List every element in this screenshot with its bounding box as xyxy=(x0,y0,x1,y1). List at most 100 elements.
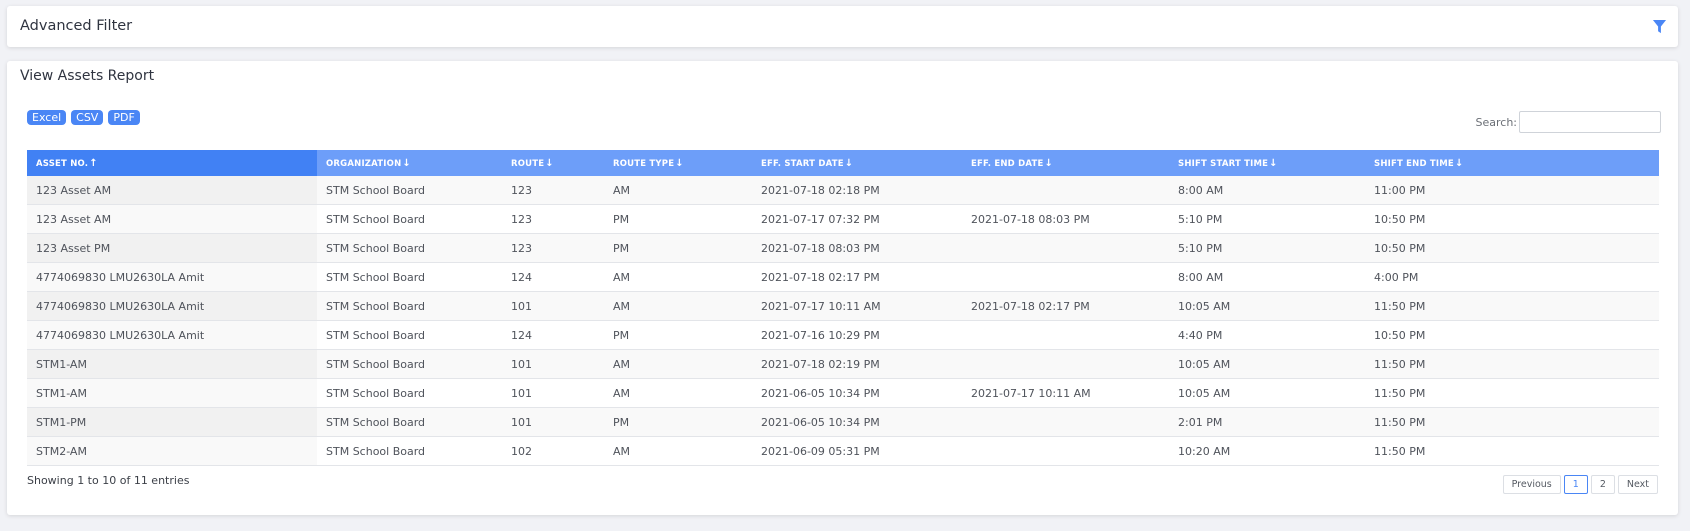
table-cell: 10:05 AM xyxy=(1169,349,1365,379)
table-cell: 5:10 PM xyxy=(1169,204,1365,234)
column-header[interactable]: ORGANIZATION↓ xyxy=(317,150,502,176)
assets-table: ASSET NO.↑ ORGANIZATION↓ ROUTE↓ ROUTE TYPE↓… xyxy=(27,150,1659,466)
table-row[interactable]: 4774069830 LMU2630LA Amit STM School Boar… xyxy=(27,320,1659,350)
previous-page-button[interactable]: Previous xyxy=(1502,475,1561,494)
table-cell: 8:00 AM xyxy=(1169,176,1365,205)
table-cell: STM2-AM xyxy=(27,436,317,466)
table-cell: STM School Board xyxy=(317,233,502,263)
table-cell: 2021-06-09 05:31 PM xyxy=(752,436,962,466)
table-cell: 10:50 PM xyxy=(1365,233,1659,263)
table-cell: 2021-06-05 10:34 PM xyxy=(752,378,962,408)
table-cell: 2021-07-16 10:29 PM xyxy=(752,320,962,350)
table-cell: 101 xyxy=(502,407,604,437)
table-cell xyxy=(962,262,1169,292)
table-cell: 5:10 PM xyxy=(1169,233,1365,263)
table-cell: 10:50 PM xyxy=(1365,204,1659,234)
table-cell: STM School Board xyxy=(317,436,502,466)
column-header-label: ASSET NO. xyxy=(36,158,89,169)
table-cell: 11:00 PM xyxy=(1365,176,1659,205)
filter-icon[interactable] xyxy=(1652,19,1667,34)
table-cell: 8:00 AM xyxy=(1169,262,1365,292)
table-cell: 101 xyxy=(502,349,604,379)
table-cell xyxy=(962,233,1169,263)
table-row[interactable]: 123 Asset AM STM School Board 123 AM 2021-07… xyxy=(27,176,1659,205)
table-cell: 2021-06-05 10:34 PM xyxy=(752,407,962,437)
advanced-filter-title: Advanced Filter xyxy=(20,18,133,34)
page-1-button[interactable]: 1 xyxy=(1563,475,1588,494)
column-header[interactable]: EFF. END DATE↓ xyxy=(962,150,1169,176)
table-cell: PM xyxy=(604,320,752,350)
table-cell: 123 Asset AM xyxy=(27,176,317,205)
table-cell: 2021-07-17 10:11 AM xyxy=(752,291,962,321)
table-cell: AM xyxy=(604,262,752,292)
table-row[interactable]: STM1-AM STM School Board 101 AM 2021-06-05 1… xyxy=(27,378,1659,408)
export-pdf-button[interactable]: PDF xyxy=(108,110,140,125)
table-cell: 4774069830 LMU2630LA Amit xyxy=(27,320,317,350)
pagination: Previous 1 2 Next xyxy=(1502,475,1658,494)
search-box: Search: xyxy=(1476,111,1661,133)
table-cell: 123 Asset AM xyxy=(27,204,317,234)
table-cell: 123 Asset PM xyxy=(27,233,317,263)
table-cell: STM1-PM xyxy=(27,407,317,437)
column-header-label: ROUTE TYPE xyxy=(613,158,675,169)
table-cell: 2021-07-17 10:11 AM xyxy=(962,378,1169,408)
table-cell: PM xyxy=(604,407,752,437)
export-buttons: Excel CSV PDF xyxy=(27,110,140,125)
column-header-label: ROUTE xyxy=(511,158,545,169)
table-cell: 2021-07-18 02:17 PM xyxy=(752,262,962,292)
table-row[interactable]: STM1-AM STM School Board 101 AM 2021-07-18 0… xyxy=(27,349,1659,379)
column-header[interactable]: ASSET NO.↑ xyxy=(27,150,317,176)
table-cell: 4:00 PM xyxy=(1365,262,1659,292)
table-row[interactable]: STM1-PM STM School Board 101 PM 2021-06-05 1… xyxy=(27,407,1659,437)
page-2-button[interactable]: 2 xyxy=(1590,475,1615,494)
table-cell: PM xyxy=(604,204,752,234)
column-header[interactable]: SHIFT END TIME↓ xyxy=(1365,150,1659,176)
sort-ascending-icon: ↑ xyxy=(89,157,98,169)
table-cell: 101 xyxy=(502,378,604,408)
table-cell: 11:50 PM xyxy=(1365,436,1659,466)
column-header[interactable]: ROUTE TYPE↓ xyxy=(604,150,752,176)
table-cell: 2021-07-18 02:18 PM xyxy=(752,176,962,205)
table-row[interactable]: 123 Asset PM STM School Board 123 PM 2021-07… xyxy=(27,233,1659,263)
table-cell: STM1-AM xyxy=(27,378,317,408)
table-cell: 2021-07-17 07:32 PM xyxy=(752,204,962,234)
table-cell: AM xyxy=(604,436,752,466)
table-cell: STM School Board xyxy=(317,320,502,350)
table-cell: STM School Board xyxy=(317,407,502,437)
table-cell: 123 xyxy=(502,204,604,234)
sort-descending-icon: ↓ xyxy=(675,157,684,169)
table-cell: 124 xyxy=(502,320,604,350)
table-cell: STM School Board xyxy=(317,349,502,379)
table-cell: 2021-07-18 02:17 PM xyxy=(962,291,1169,321)
table-row[interactable]: 123 Asset AM STM School Board 123 PM 2021-07… xyxy=(27,204,1659,234)
table-cell: AM xyxy=(604,291,752,321)
table-cell: 2021-07-18 08:03 PM xyxy=(752,233,962,263)
column-header[interactable]: EFF. START DATE↓ xyxy=(752,150,962,176)
search-input[interactable] xyxy=(1519,111,1661,133)
table-cell: STM School Board xyxy=(317,176,502,205)
entries-info: Showing 1 to 10 of 11 entries xyxy=(27,474,190,487)
table-cell xyxy=(962,320,1169,350)
column-header[interactable]: ROUTE↓ xyxy=(502,150,604,176)
next-page-button[interactable]: Next xyxy=(1617,475,1658,494)
sort-descending-icon: ↓ xyxy=(844,157,854,169)
table-cell xyxy=(962,349,1169,379)
table-cell: 4:40 PM xyxy=(1169,320,1365,350)
table-cell: 123 xyxy=(502,233,604,263)
advanced-filter-panel: Advanced Filter xyxy=(7,6,1678,47)
column-header[interactable]: SHIFT START TIME↓ xyxy=(1169,150,1365,176)
assets-report-panel: View Assets Report Excel CSV PDF Search:… xyxy=(7,61,1678,515)
export-excel-button[interactable]: Excel xyxy=(27,110,67,125)
sort-descending-icon: ↓ xyxy=(545,157,554,169)
export-csv-button[interactable]: CSV xyxy=(71,110,104,125)
table-cell: 10:50 PM xyxy=(1365,320,1659,350)
table-row[interactable]: 4774069830 LMU2630LA Amit STM School Boar… xyxy=(27,291,1659,321)
column-header-label: ORGANIZATION xyxy=(326,158,402,169)
table-cell: 4774069830 LMU2630LA Amit xyxy=(27,291,317,321)
table-row[interactable]: STM2-AM STM School Board 102 AM 2021-06-09 0… xyxy=(27,436,1659,466)
table-cell: 4774069830 LMU2630LA Amit xyxy=(27,262,317,292)
column-header-label: SHIFT START TIME xyxy=(1178,158,1269,169)
table-row[interactable]: 4774069830 LMU2630LA Amit STM School Boar… xyxy=(27,262,1659,292)
sort-descending-icon: ↓ xyxy=(1269,157,1278,169)
table-cell: 101 xyxy=(502,291,604,321)
